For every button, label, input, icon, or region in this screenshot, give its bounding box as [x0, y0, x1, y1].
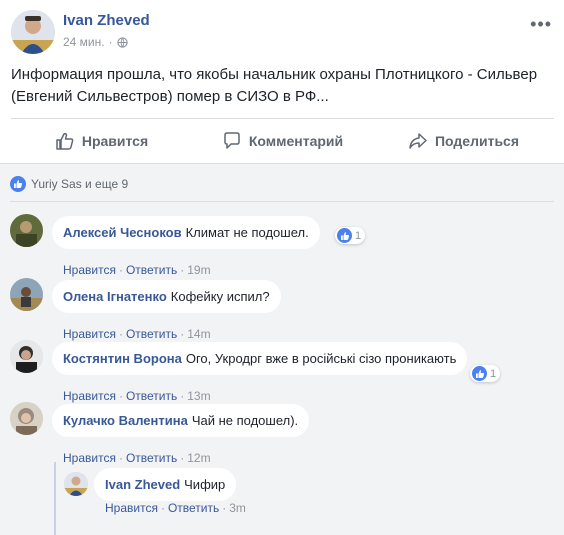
share-label: Поделиться	[434, 133, 520, 149]
reply-author-name[interactable]: Ivan Zheved	[105, 477, 180, 492]
comment-reply-link[interactable]: Ответить	[126, 263, 177, 277]
post-author-name[interactable]: Ivan Zheved	[63, 12, 150, 29]
reply-author-avatar[interactable]	[64, 472, 88, 496]
like-reaction-icon	[10, 176, 26, 192]
reply-reply-link[interactable]: Ответить	[168, 501, 219, 515]
comment-icon	[224, 132, 240, 149]
commenter-avatar[interactable]	[10, 402, 43, 435]
comment-actions: Нравится · Ответить · 12m	[63, 451, 211, 465]
comment-bubble: Олена Ігнатенко Кофейку испил?	[52, 280, 281, 313]
separator: ·	[180, 389, 185, 403]
comment-label: Комментарий	[248, 133, 344, 149]
reply-thread-line	[54, 462, 56, 535]
reply-bubble: Ivan Zheved Чифир	[94, 468, 237, 501]
comment-text: Ого, Укродрг вже в російські сізо проник…	[185, 351, 457, 366]
commenter-avatar[interactable]	[10, 340, 43, 373]
commenter-avatar[interactable]	[10, 278, 43, 311]
comment-time[interactable]: 12m	[187, 451, 210, 465]
thumbs-up-icon	[56, 132, 74, 150]
comment-like-link[interactable]: Нравится	[63, 451, 116, 465]
separator: ·	[160, 501, 165, 515]
share-icon	[409, 133, 427, 149]
globe-icon[interactable]	[116, 36, 128, 48]
comment-actions: Нравится · Ответить · 19m	[63, 263, 211, 277]
comment-reaction-count[interactable]: 1	[470, 365, 501, 382]
reply-like-link[interactable]: Нравится	[105, 501, 158, 515]
like-button[interactable]: Нравится	[11, 120, 192, 162]
comment-text: Кофейку испил?	[170, 289, 270, 304]
author-avatar[interactable]	[11, 10, 55, 54]
post-header: Ivan Zheved 24 мин. · •••	[11, 10, 554, 56]
meta-separator: ·	[108, 35, 113, 49]
comment-button[interactable]: Комментарий	[192, 120, 373, 162]
comment-time[interactable]: 19m	[187, 263, 210, 277]
separator: ·	[180, 327, 185, 341]
post-time[interactable]: 24 мин.	[63, 35, 105, 49]
post-actions: Нравится Комментарий Поделиться	[11, 120, 554, 162]
separator: ·	[180, 451, 185, 465]
comment-like-link[interactable]: Нравится	[63, 327, 116, 341]
comment-actions: Нравится · Ответить · 13m	[63, 389, 211, 403]
reaction-count: 1	[490, 367, 497, 380]
comment-text: Чай не подошел).	[191, 413, 299, 428]
reply-actions: Нравится · Ответить · 3m	[105, 501, 246, 515]
like-reaction-icon	[472, 366, 487, 381]
comment-bubble: Кулачко Валентина Чай не подошел).	[52, 404, 310, 437]
separator: ·	[118, 327, 123, 341]
reactions-divider	[10, 201, 554, 202]
reaction-count: 1	[355, 229, 362, 242]
commenter-name[interactable]: Кулачко Валентина	[63, 413, 188, 428]
comment-time[interactable]: 13m	[187, 389, 210, 403]
comment-text: Климат не подошел.	[185, 225, 309, 240]
reactions-text: Yuriy Sas и еще 9	[31, 177, 129, 191]
comment-reply-link[interactable]: Ответить	[126, 451, 177, 465]
comment-bubble: Костянтин Ворона Ого, Укродрг вже в росій…	[52, 342, 468, 375]
reply-time[interactable]: 3m	[229, 501, 246, 515]
separator: ·	[118, 451, 123, 465]
post-text: Информация прошла, что якобы начальник о…	[11, 66, 538, 105]
commenter-avatar[interactable]	[10, 214, 43, 247]
post-meta: 24 мин. ·	[63, 35, 128, 49]
commenter-name[interactable]: Алексей Чесноков	[63, 225, 182, 240]
separator: ·	[180, 263, 185, 277]
commenter-name[interactable]: Костянтин Ворона	[63, 351, 182, 366]
comment-actions: Нравится · Ответить · 14m	[63, 327, 211, 341]
comment-like-link[interactable]: Нравится	[63, 389, 116, 403]
share-button[interactable]: Поделиться	[373, 120, 554, 162]
comment-bubble: Алексей Чесноков Климат не подошел.	[52, 216, 320, 249]
commenter-name[interactable]: Олена Ігнатенко	[63, 289, 167, 304]
comment-time[interactable]: 14m	[187, 327, 210, 341]
actions-divider	[11, 118, 554, 119]
comment-reply-link[interactable]: Ответить	[126, 327, 177, 341]
separator: ·	[118, 389, 123, 403]
more-options-icon[interactable]: •••	[530, 14, 552, 35]
reply-text: Чифир	[184, 477, 226, 492]
like-reaction-icon	[337, 228, 352, 243]
comment-like-link[interactable]: Нравится	[63, 263, 116, 277]
like-label: Нравится	[81, 133, 149, 149]
reactions-summary[interactable]: Yuriy Sas и еще 9	[10, 176, 128, 192]
separator: ·	[222, 501, 227, 515]
comment-reaction-count[interactable]: 1	[335, 227, 366, 244]
comment-reply-link[interactable]: Ответить	[126, 389, 177, 403]
separator: ·	[118, 263, 123, 277]
